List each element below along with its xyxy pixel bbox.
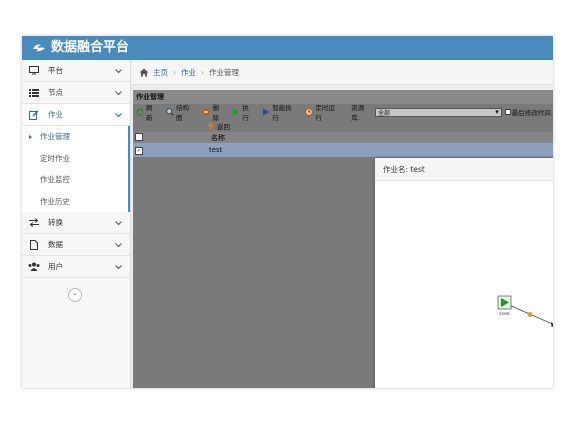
delete-button[interactable]: 删除 [202,102,225,122]
magnifier-icon [166,108,174,116]
breadcrumb-current: 作业管理 [209,67,239,77]
repository-filter-label: 资源库: [351,104,365,122]
dialog-title: 作业名: test [383,164,425,174]
start-node-label: START [499,312,511,316]
smart-run-button[interactable]: 智能执行 [262,102,298,122]
scheduled-run-button[interactable]: 定时运行 [305,102,341,122]
submenu-item-job-history[interactable]: 作业历史 [22,190,128,212]
breadcrumb: 主页 › 作业 › 作业管理 [131,60,553,85]
submenu-item-job-monitor[interactable]: 作业监控 [22,169,128,191]
clock-icon [305,108,314,116]
start-icon[interactable] [497,295,512,310]
breadcrumb-separator: › [173,67,176,77]
panel-title: 作业管理 [133,90,553,104]
up-arrow-icon [207,122,215,130]
sidebar-item-label: 数据 [48,240,63,249]
users-icon [26,262,42,271]
sidebar: 平台 节点 作业 作业管理 定时作业 作业监控 作业历史 转换 数据 用户 « [22,60,131,388]
sidebar-item-users[interactable]: 用户 [22,256,130,278]
refresh-icon [136,108,144,116]
sidebar-item-transform[interactable]: 转换 [22,212,130,234]
sidebar-item-label: 作业 [48,110,63,119]
hop-start-to-job [508,304,553,327]
grid-header: 名称 [133,132,553,143]
sidebar-collapse-button[interactable]: « [68,288,82,302]
sidebar-item-label: 转换 [48,218,63,227]
brand: 数据融合平台 [32,39,129,57]
chevron-down-icon [115,111,122,120]
exchange-icon [26,218,42,227]
job-diagram-dialog: 作业名: test 关闭 START [375,158,553,388]
structure-button[interactable]: 结构图 [166,102,195,122]
refresh-button[interactable]: 刷新 [136,102,159,122]
sidebar-item-label: 平台 [48,66,63,75]
sidebar-item-label: 用户 [48,262,63,271]
run-button[interactable]: 执行 [232,102,255,122]
column-name-header: 名称 [211,133,225,142]
table-row[interactable]: ✓ test [133,143,553,157]
breadcrumb-section-link[interactable]: 作业 [181,67,196,78]
job-name-cell: test [209,146,223,154]
submenu-item-job-management[interactable]: 作业管理 [22,126,128,148]
back-button[interactable]: 返回 [133,120,553,132]
edit-icon [26,109,42,120]
modified-time-label: 最后修改时间: [511,109,553,117]
delete-icon [202,108,210,116]
top-bar: 数据融合平台 [22,36,553,60]
file-icon [26,239,42,250]
breadcrumb-home-link[interactable]: 主页 [153,67,168,78]
sidebar-item-platform[interactable]: 平台 [22,60,130,82]
checkbox-icon [504,109,511,115]
breadcrumb-separator: › [201,67,204,77]
select-all-checkbox[interactable] [135,132,143,143]
sidebar-item-nodes[interactable]: 节点 [22,82,130,104]
play-icon [232,108,240,116]
dialog-header: 作业名: test 关闭 [375,158,553,181]
chevron-down-icon [115,67,122,76]
sidebar-item-data[interactable]: 数据 [22,234,130,256]
chevron-down-icon [115,241,122,250]
chevron-down-icon [115,219,122,228]
smart-play-icon [262,108,270,116]
submenu-item-scheduled-jobs[interactable]: 定时作业 [22,147,128,169]
toolbar: 刷新 结构图 删除 执行 智能执行 定时运行 资源库: 全部 最后修改时间: [133,102,553,122]
chevron-down-icon [115,263,122,272]
jobs-submenu: 作业管理 定时作业 作业监控 作业历史 [22,126,130,212]
home-icon [139,68,149,77]
sidebar-item-label: 节点 [48,88,63,97]
monitor-icon [26,66,42,75]
app-window: 数据融合平台 平台 节点 作业 作业管理 定时作业 作业监控 作业历史 转换 数… [22,36,553,388]
main-content: 主页 › 作业 › 作业管理 作业管理 刷新 结构图 删除 执行 智能执行 定时… [131,60,553,388]
chevron-down-icon [115,89,122,98]
list-icon [26,88,42,97]
logo-icon [33,44,45,52]
repository-select[interactable]: 全部 [374,107,502,117]
job-flow-diagram: START job 成功 [497,295,553,327]
row-checkbox[interactable]: ✓ [135,146,143,155]
app-title: 数据融合平台 [51,40,130,55]
sidebar-item-jobs[interactable]: 作业 [22,104,130,126]
